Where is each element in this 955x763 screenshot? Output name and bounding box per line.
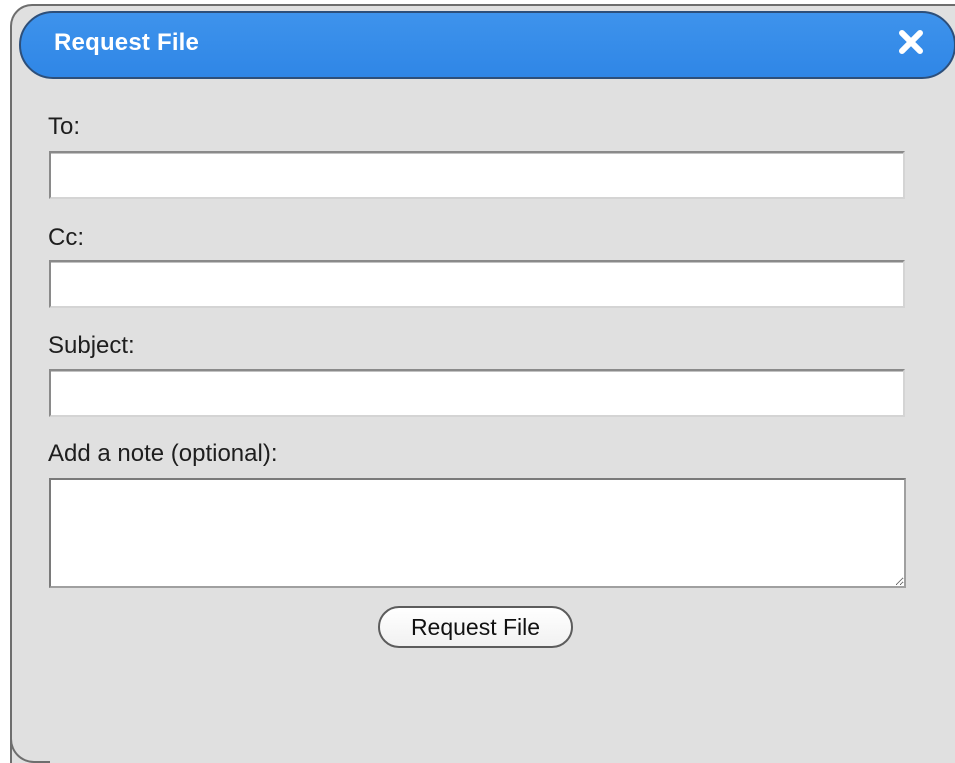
request-file-button[interactable]: Request File — [378, 606, 573, 648]
close-icon — [899, 30, 923, 54]
cc-field[interactable] — [49, 260, 905, 308]
dialog-title: Request File — [54, 29, 200, 56]
subject-label: Subject: — [48, 332, 135, 359]
to-field[interactable] — [49, 151, 905, 199]
note-field[interactable] — [49, 478, 906, 588]
subject-field[interactable] — [49, 369, 905, 417]
close-button[interactable] — [896, 27, 926, 57]
cc-label: Cc: — [48, 224, 84, 251]
note-label: Add a note (optional): — [48, 440, 278, 467]
to-label: To: — [48, 113, 81, 140]
dialog-titlebar: Request File — [19, 11, 955, 79]
